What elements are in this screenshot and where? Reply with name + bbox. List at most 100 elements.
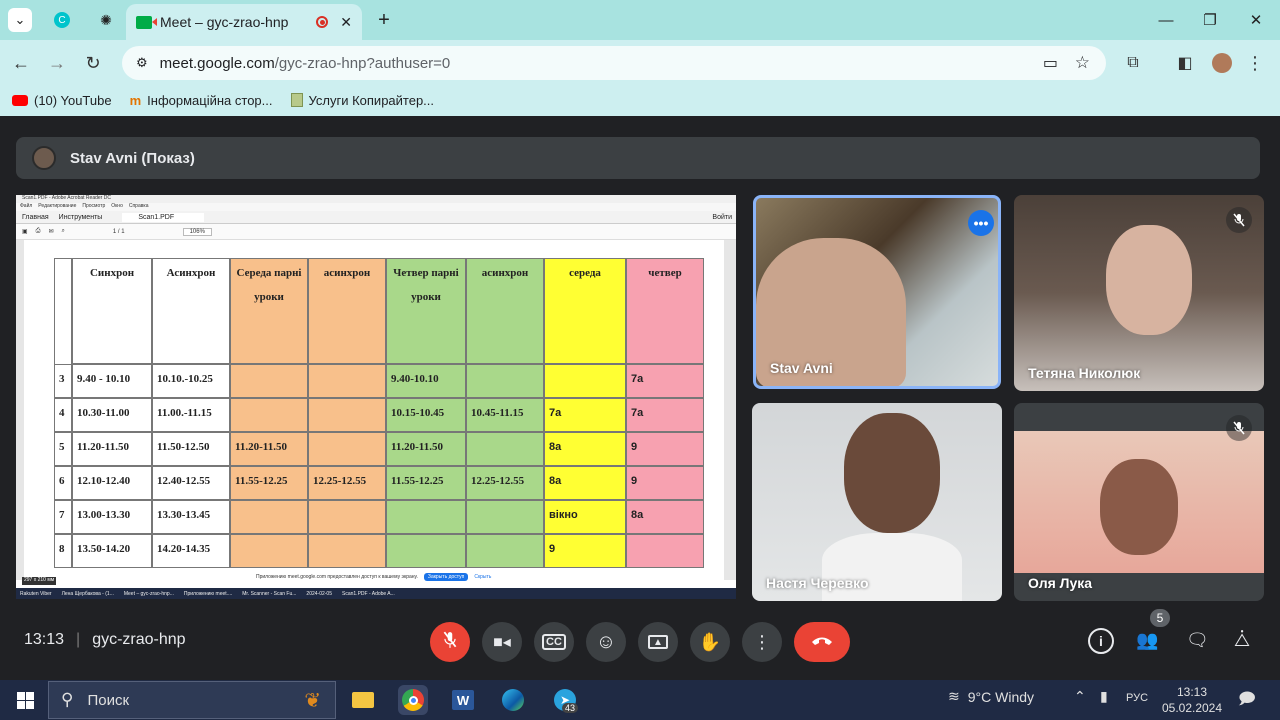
shared-taskbar-item: Лена Щербакова - (1...	[61, 590, 114, 597]
youtube-icon	[12, 94, 28, 106]
table-cell: 12.40-12.55	[152, 466, 230, 500]
language-indicator[interactable]: РУС	[1126, 692, 1148, 704]
bookmark-info[interactable]: m Інформаційна стор...	[130, 93, 273, 108]
table-cell: 10.30-11.00	[72, 398, 152, 432]
start-button[interactable]	[10, 685, 40, 715]
save-icon[interactable]: ▣	[22, 228, 28, 235]
close-icon[interactable]: ✕	[340, 14, 352, 31]
close-window-button[interactable]: ✕	[1236, 8, 1276, 32]
table-cell: 9.40-10.10	[386, 364, 466, 398]
minimize-icon: —	[1158, 11, 1174, 29]
restore-button[interactable]: ❐	[1190, 8, 1230, 32]
people-button[interactable]: 👥	[1136, 630, 1158, 651]
menu-button[interactable]: ⋮	[1242, 50, 1268, 76]
table-cell	[308, 432, 386, 466]
star-icon[interactable]: ☆	[1075, 53, 1090, 73]
extensions-button[interactable]: ⧉	[1120, 50, 1146, 76]
table-cell: 11.20-11.50	[230, 432, 308, 466]
chevron-down-icon: ⌄	[14, 12, 26, 27]
new-tab-button[interactable]: +	[372, 8, 396, 32]
participant-tile-tetiana[interactable]: Тетяна Николюк	[1014, 195, 1264, 391]
hand-icon: ✋	[698, 631, 722, 652]
table-header: асинхрон	[308, 258, 386, 364]
taskbar-chrome[interactable]	[398, 685, 428, 715]
leave-call-button[interactable]	[794, 622, 850, 662]
shared-taskbar-item: 2024-02-05	[306, 590, 332, 597]
activities-button[interactable]: ⧊	[1234, 630, 1250, 651]
notifications-button[interactable]: 🗩	[1238, 688, 1256, 715]
present-button[interactable]: ▲	[638, 622, 678, 662]
site-settings-icon[interactable]: ⚙	[136, 55, 148, 71]
tab-document[interactable]: Scan1.PDF	[122, 212, 205, 222]
bookmark-copywriter[interactable]: Услуги Копирайтер...	[290, 93, 434, 108]
table-cell: 12.25-12.55	[308, 466, 386, 500]
kebab-menu-icon: ⋮	[753, 631, 771, 652]
edge-icon	[502, 689, 524, 711]
bookmark-label: Інформаційна стор...	[147, 92, 273, 108]
more-options-button[interactable]: ⋮	[742, 622, 782, 662]
hide-link[interactable]: Скрыть	[474, 574, 491, 580]
zoom-value[interactable]: 106%	[182, 227, 212, 236]
print-icon[interactable]: ⎙	[36, 228, 41, 235]
raise-hand-button[interactable]: ✋	[690, 622, 730, 662]
tray-mic-icon[interactable]: ▮	[1100, 688, 1108, 705]
stop-share-button[interactable]: Закрыть доступ	[423, 573, 469, 581]
forward-button[interactable]: →	[44, 50, 70, 76]
pinned-tab-canva[interactable]: C	[50, 8, 74, 32]
taskbar-word[interactable]: W	[448, 685, 478, 715]
table-cell: 9.40 - 10.10	[72, 364, 152, 398]
separator: |	[76, 631, 81, 648]
bookmark-youtube[interactable]: (10) YouTube	[12, 93, 112, 108]
search-icon[interactable]: ⌕	[62, 228, 65, 235]
menu-item[interactable]: Файл	[20, 203, 32, 211]
more-options-icon[interactable]: •••	[968, 210, 994, 236]
tab-meet[interactable]: Meet – gyc-zrao-hnp ✕	[126, 4, 362, 40]
table-cell: 11.55-12.25	[386, 466, 466, 500]
table-header: середа	[544, 258, 626, 364]
mic-toggle-button[interactable]	[430, 622, 470, 662]
tab-home[interactable]: Главная	[22, 214, 49, 221]
pinned-tab-chatgpt[interactable]: ✺	[94, 8, 118, 32]
menu-item[interactable]: Окно	[111, 203, 123, 211]
acrobat-tabs: Главная Инструменты Scan1.PDF Войти	[16, 211, 736, 224]
taskbar-edge[interactable]	[498, 685, 528, 715]
camera-icon[interactable]: ▭	[1043, 53, 1058, 73]
table-cell: 9	[626, 466, 704, 500]
back-button[interactable]: ←	[8, 50, 34, 76]
meeting-details-button[interactable]: i	[1088, 628, 1114, 654]
tab-title: Meet – gyc-zrao-hnp	[160, 14, 289, 30]
camera-toggle-button[interactable]: ■◂	[482, 622, 522, 662]
login-link[interactable]: Войти	[712, 214, 732, 221]
presenter-bar: Stav Avni (Показ)	[16, 137, 1260, 179]
menu-item[interactable]: Просмотр	[82, 203, 105, 211]
page-indicator[interactable]: 1 / 1	[113, 229, 125, 235]
profile-avatar[interactable]	[1212, 53, 1232, 73]
table-cell	[544, 364, 626, 398]
taskbar-explorer[interactable]	[348, 685, 378, 715]
taskbar-search[interactable]: ⚲ Поиск ❦	[48, 681, 336, 719]
table-cell: 3	[54, 364, 72, 398]
taskbar-clock[interactable]: 13:13 05.02.2024	[1160, 684, 1224, 716]
chat-button[interactable]: 🗨	[1186, 630, 1209, 651]
participant-tile-nastia[interactable]: Настя Черевко	[752, 403, 1002, 601]
address-bar[interactable]: ⚙ meet.google.com/gyc-zrao-hnp?authuser=…	[122, 46, 1106, 80]
mail-icon[interactable]: ✉	[48, 228, 53, 235]
table-header: четвер	[626, 258, 704, 364]
menu-item[interactable]: Редактирование	[38, 203, 76, 211]
activities-icon: ⧊	[1234, 630, 1251, 650]
participant-tile-olia[interactable]: Оля Лука	[1014, 403, 1264, 601]
table-cell: 5	[54, 432, 72, 466]
weather-widget[interactable]: ≋ 9°C Windy	[948, 688, 1034, 705]
menu-item[interactable]: Справка	[129, 203, 149, 211]
tab-tools[interactable]: Инструменты	[59, 214, 103, 221]
participant-video	[844, 413, 940, 533]
reload-button[interactable]: ↻	[80, 50, 106, 76]
tray-expand-button[interactable]: ⌃	[1074, 688, 1086, 705]
side-panel-button[interactable]: ◧	[1172, 50, 1198, 76]
tab-search-button[interactable]: ⌄	[8, 8, 32, 32]
participant-tile-stav[interactable]: ••• Stav Avni	[753, 195, 1001, 389]
reactions-button[interactable]: ☺	[586, 622, 626, 662]
captions-button[interactable]: CC	[534, 622, 574, 662]
table-cell	[308, 500, 386, 534]
minimize-button[interactable]: —	[1146, 8, 1186, 32]
